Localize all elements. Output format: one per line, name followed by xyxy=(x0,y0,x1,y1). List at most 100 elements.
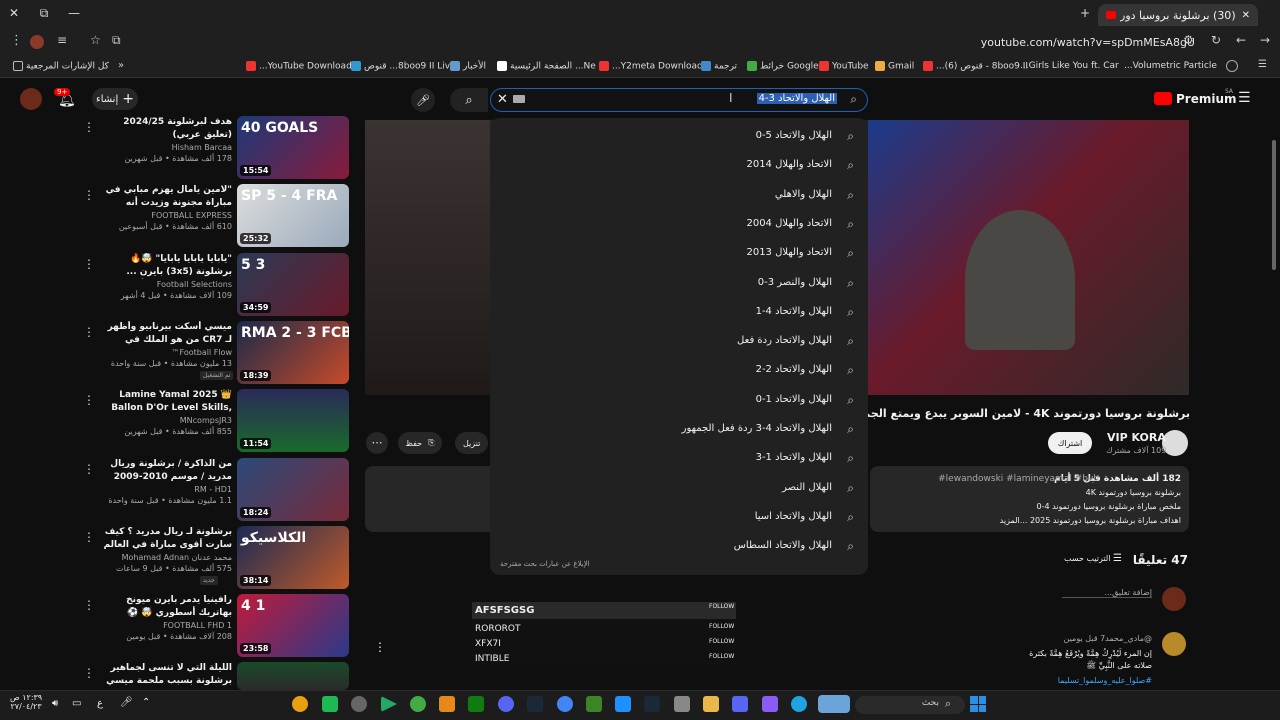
sort-comments-button[interactable]: ☰ الترتيب حسب xyxy=(1064,553,1122,564)
create-button[interactable]: إنشاء + xyxy=(92,88,138,110)
file-explorer-taskbar-icon[interactable] xyxy=(703,696,719,712)
report-suggestions-link[interactable]: الإبلاغ عن عبارات بحث مقترحة xyxy=(500,560,590,568)
related-video-title[interactable]: الليلة التي لا تنسى لجماهير برشلونة بسبب… xyxy=(102,662,232,688)
search-suggestion[interactable]: الهلال والاتحاد 4-3 ردة فعل الجمهور ⌕ xyxy=(490,422,868,440)
close-window-button[interactable]: ✕ xyxy=(4,4,24,22)
related-video-title[interactable]: رافينيا يدمر بايرن ميونخ بهاتريك أسطوري … xyxy=(102,594,232,620)
related-video-title[interactable]: هدف لبرشلونة 2024/25 (تعليق عربي) xyxy=(102,116,232,142)
related-video-channel[interactable]: RM - HD1 xyxy=(102,485,232,494)
windows-start-icon[interactable] xyxy=(970,696,986,712)
related-video-channel[interactable]: FOOTBALL EXPRESS xyxy=(102,211,232,220)
description-hashtags[interactable]: #lewandowski #lamineyamal #bvb xyxy=(938,474,1099,484)
youtube-logo-icon[interactable] xyxy=(1154,92,1172,105)
share-icon[interactable]: ⧉ xyxy=(112,33,121,48)
related-video-channel[interactable]: محمد عدنان Mohamad Adnan xyxy=(102,553,232,562)
overlay-row-1[interactable]: ROROROT xyxy=(475,624,521,634)
app-taskbar-icon[interactable] xyxy=(322,696,338,712)
video-menu-icon[interactable]: ⋮ xyxy=(83,666,95,680)
video-menu-icon[interactable]: ⋮ xyxy=(83,530,95,544)
follow-button-2[interactable]: FOLLOW xyxy=(709,638,734,645)
taskbar-clock[interactable]: ١٢:٣٩ ص ٢٧/٠٤/٢٣ xyxy=(10,693,42,711)
subscribe-button[interactable]: اشتراك xyxy=(1048,432,1092,454)
video-menu-icon[interactable]: ⋮ xyxy=(83,598,95,612)
related-video-thumbnail[interactable]: 18:24 xyxy=(237,457,349,521)
input-language[interactable]: ع xyxy=(97,698,103,709)
channel-name[interactable]: VIP KORA xyxy=(1107,431,1166,444)
video-menu-icon[interactable]: ⋮ xyxy=(83,257,95,271)
more-actions-button[interactable]: ⋯ xyxy=(366,432,388,454)
forward-arrow-icon[interactable]: → xyxy=(1260,33,1270,47)
comment-hashtag[interactable]: #صلوا_عليه_وسلموا_تسليما xyxy=(1058,676,1152,685)
cloud-taskbar-icon[interactable] xyxy=(439,696,455,712)
xbox-app-taskbar-icon[interactable] xyxy=(468,696,484,712)
chrome-taskbar-icon[interactable] xyxy=(292,696,308,712)
overlay-row-0[interactable]: AFSFSGSG xyxy=(475,605,534,616)
keyboard-icon[interactable] xyxy=(513,95,525,103)
related-video-thumbnail[interactable]: 40 GOALS 15:54 xyxy=(237,116,349,179)
follow-button-1[interactable]: FOLLOW xyxy=(709,623,734,630)
video-menu-icon[interactable]: ⋮ xyxy=(83,188,95,202)
video-menu-icon[interactable]: ⋮ xyxy=(83,325,95,339)
search-suggestion[interactable]: الهلال والاتحاد 4-1 ⌕ xyxy=(490,305,868,323)
xbox-taskbar-icon[interactable] xyxy=(410,696,426,712)
bookmark-2[interactable]: الأخبار xyxy=(447,61,486,72)
bookmark-0[interactable]: YouTube Download... xyxy=(243,61,352,72)
minimize-window-button[interactable]: — xyxy=(64,4,84,22)
minecraft-taskbar-icon[interactable] xyxy=(586,696,602,712)
related-video-channel[interactable]: Hisham Barcaa xyxy=(102,143,232,152)
search-button[interactable]: ⌕ xyxy=(450,88,488,112)
related-video-channel[interactable]: Football Flow™ xyxy=(102,348,232,357)
related-video-thumbnail[interactable]: 5 3 34:59 xyxy=(237,252,349,316)
mic-tray-icon[interactable]: 🎤︎ xyxy=(120,697,133,708)
bookmark-6[interactable]: Google خرائط xyxy=(744,61,819,72)
search-suggestion[interactable]: الهلال والاتحاد 2-2 ⌕ xyxy=(490,363,868,381)
extension-icon[interactable] xyxy=(1226,60,1238,72)
comment-author[interactable]: @مادي_محمد7 قبل يومين xyxy=(1064,634,1152,643)
add-comment-input[interactable]: إضافة تعليق... xyxy=(1062,588,1152,598)
weather-widget[interactable] xyxy=(818,695,850,713)
overlay-row-2[interactable]: XFX7I xyxy=(475,639,501,649)
commenter-avatar[interactable] xyxy=(1162,632,1186,656)
copilot-taskbar-icon[interactable] xyxy=(762,696,778,712)
bookmark-8[interactable]: Gmail xyxy=(872,61,914,72)
site-settings-icon[interactable]: ⚙ xyxy=(1183,33,1194,47)
search-suggestion[interactable]: الهلال والنصر 3-0 ⌕ xyxy=(490,276,868,294)
voice-search-button[interactable]: 🎤︎ xyxy=(411,88,435,112)
video-menu-icon[interactable]: ⋮ xyxy=(83,462,95,476)
search-suggestion[interactable]: الهلال والاهلي ⌕ xyxy=(490,188,868,206)
related-video-thumbnail[interactable]: الكلاسيكو 38:14 xyxy=(237,525,349,589)
app-taskbar-icon[interactable] xyxy=(615,696,631,712)
bookmark-star-icon[interactable]: ☆ xyxy=(90,33,101,47)
bookmark-5[interactable]: ترجمة xyxy=(698,61,737,72)
all-bookmarks-folder[interactable]: كل الإشارات المرجعية xyxy=(10,61,109,72)
related-video-thumbnail[interactable]: 4 1 23:58 xyxy=(237,594,349,658)
download-button[interactable]: تنزيل xyxy=(455,432,489,454)
bookmark-10[interactable]: Girls Like You ft. Car... xyxy=(1020,61,1119,71)
description-box[interactable]: 182 ألف مشاهدة قبل 5 أيام #lewandowski #… xyxy=(870,466,1189,532)
reload-icon[interactable]: ↻ xyxy=(1211,33,1221,47)
search-suggestion[interactable]: الاتحاد والهلال 2004 ⌕ xyxy=(490,217,868,235)
chrome-app-taskbar-icon[interactable] xyxy=(557,696,573,712)
video-menu-icon[interactable]: ⋮ xyxy=(83,120,95,134)
search-suggestion[interactable]: الهلال والاتحاد 1-0 ⌕ xyxy=(490,393,868,411)
related-video-thumbnail[interactable]: RMA 2 - 3 FCB 18:39 xyxy=(237,320,349,384)
menu-icon[interactable]: ⋮ xyxy=(10,33,23,48)
bookmark-3[interactable]: Ne... الصفحة الرئيسية xyxy=(494,61,596,72)
browser-tab[interactable]: ✕ (30) برشلونة بروسيا دورتموند xyxy=(1098,4,1258,26)
related-video-title[interactable]: Lamine Yamal 2025 👑 Ballon D'Or Level Sk… xyxy=(102,389,232,415)
page-scrollbar[interactable] xyxy=(1272,140,1276,270)
discord-taskbar-icon[interactable] xyxy=(498,696,514,712)
steam-taskbar-icon[interactable] xyxy=(527,696,543,712)
search-suggestion[interactable]: الهلال والاتحاد 5-0 ⌕ xyxy=(490,129,868,147)
restore-window-button[interactable]: ⧉ xyxy=(34,4,54,22)
related-video-title[interactable]: من الذاكرة / برشلونة وريال مدريد / موسم … xyxy=(102,458,232,484)
side-panel-icon[interactable]: ☰ xyxy=(1258,59,1267,70)
bookmark-4[interactable]: Y2meta Downloade... xyxy=(596,61,708,72)
network-icon[interactable]: ▭ xyxy=(72,698,81,709)
new-tab-button[interactable]: + xyxy=(1075,4,1095,22)
address-bar[interactable]: youtube.com/watch?v=spDmMEsA8gU xyxy=(981,36,1195,49)
search-suggestion[interactable]: الهلال والاتحاد اسيا ⌕ xyxy=(490,510,868,528)
related-video-thumbnail[interactable]: 11:54 xyxy=(237,389,349,453)
video-menu-icon[interactable]: ⋮ xyxy=(83,393,95,407)
bookmark-11[interactable]: Volumetric Particle... xyxy=(1124,61,1217,71)
